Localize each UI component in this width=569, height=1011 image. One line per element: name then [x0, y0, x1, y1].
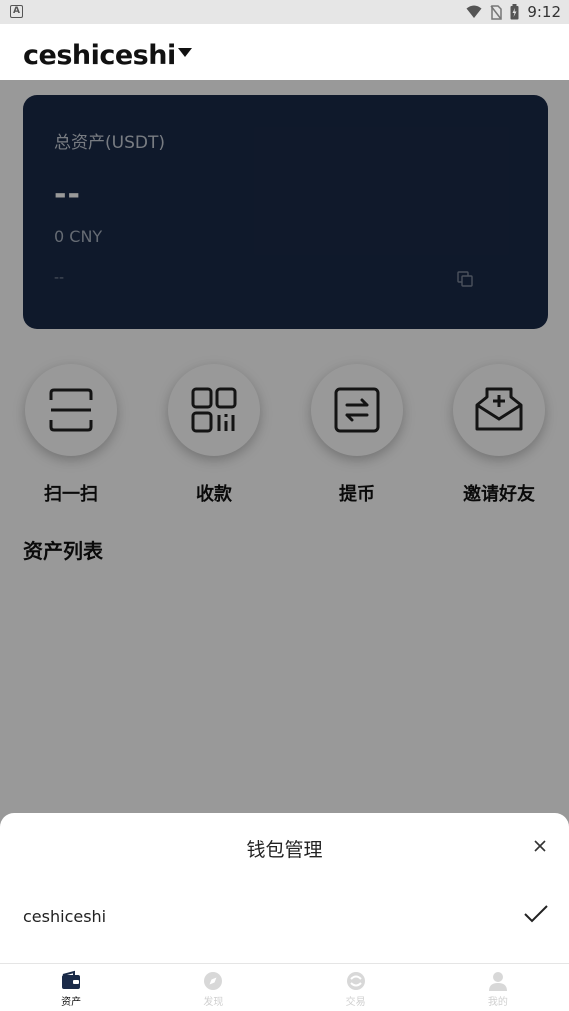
- tab-trade-label: 交易: [345, 997, 366, 1008]
- clock: 9:12: [527, 3, 561, 21]
- status-bar: A 9:12: [0, 0, 569, 24]
- no-sim-icon: [490, 4, 503, 20]
- close-icon[interactable]: [531, 837, 549, 855]
- app-header: ceshiceshi: [0, 24, 569, 80]
- wifi-icon: [466, 5, 482, 18]
- app-notification-icon: A: [10, 5, 23, 18]
- tab-trade[interactable]: 交易: [285, 964, 427, 1011]
- checkmark-icon: [524, 905, 548, 923]
- wallet-list-item[interactable]: ceshiceshi: [0, 885, 569, 945]
- exchange-icon: [346, 972, 365, 990]
- wallet-switcher[interactable]: ceshiceshi: [23, 40, 192, 71]
- bottom-navigation: 资产 发现 交易 我的: [0, 963, 569, 1011]
- wallet-management-sheet: 钱包管理 ceshiceshi: [0, 813, 569, 963]
- tab-assets-label: 资产: [61, 997, 82, 1008]
- tab-assets[interactable]: 资产: [0, 964, 142, 1011]
- tab-me-label: 我的: [487, 997, 508, 1008]
- battery-charging-icon: [510, 4, 519, 20]
- tab-discover[interactable]: 发现: [142, 964, 284, 1011]
- caret-down-icon: [177, 48, 192, 57]
- sheet-title: 钱包管理: [246, 839, 323, 861]
- wallet-icon: [62, 970, 81, 989]
- tab-discover-label: 发现: [203, 997, 224, 1008]
- wallet-name: ceshiceshi: [23, 40, 176, 71]
- user-icon: [488, 972, 507, 991]
- compass-icon: [204, 972, 223, 990]
- tab-me[interactable]: 我的: [427, 964, 569, 1011]
- wallet-item-name: ceshiceshi: [23, 907, 107, 926]
